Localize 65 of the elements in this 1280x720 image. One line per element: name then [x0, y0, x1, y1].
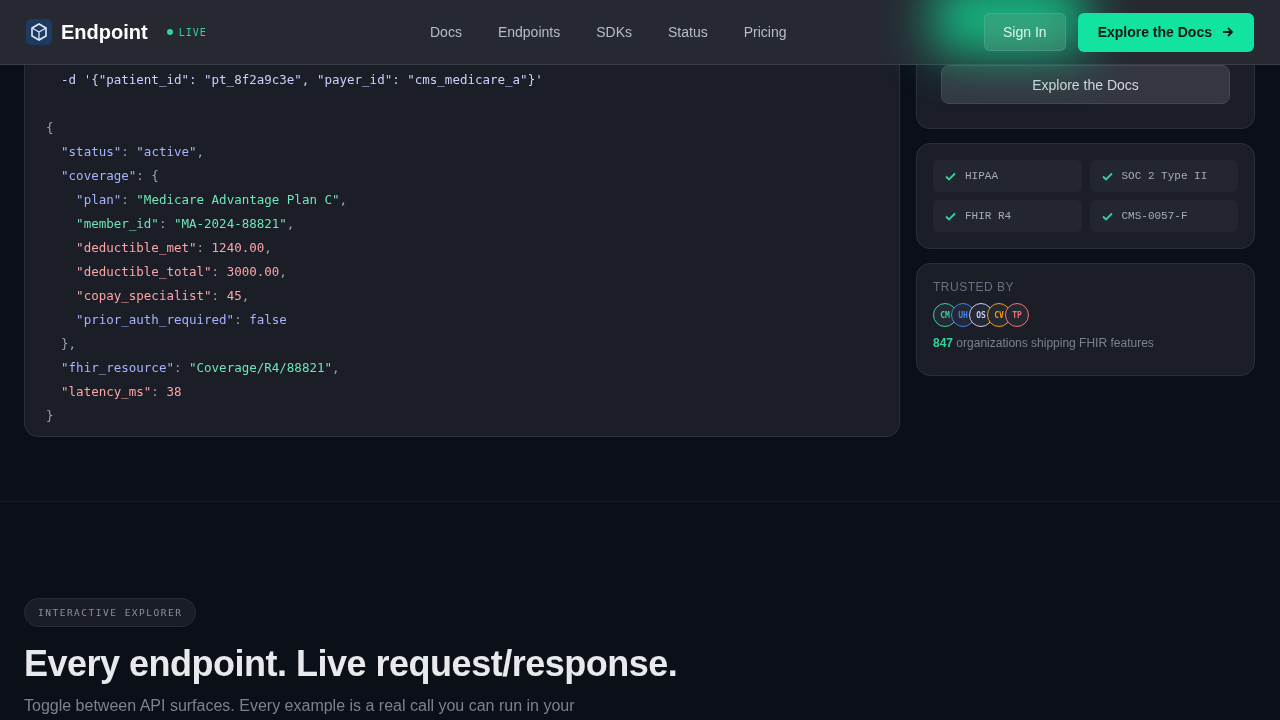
code-token: , [332, 360, 340, 375]
code-token: "deductible_total" [75, 264, 212, 279]
trusted-label: TRUSTED BY [933, 280, 1015, 294]
code-line: -d '{"patient_id": "pt_8f2a9c3e", "payer_id": "cms_medicare_a"}' [60, 72, 543, 87]
code-token: 1240.00 [211, 240, 265, 255]
nav-link[interactable]: Docs [430, 24, 462, 40]
nav-link[interactable]: Pricing [743, 24, 787, 40]
code-token: : [121, 144, 130, 159]
code-token: : [151, 384, 160, 399]
code-token: , [286, 216, 295, 231]
code-token: { [46, 120, 54, 135]
explore-docs-button[interactable]: Explore the Docs [1077, 12, 1254, 52]
nav-link[interactable]: SDKs [596, 24, 632, 40]
section-eyebrow: INTERACTIVE EXPLORER [24, 598, 197, 627]
code-token: , [196, 144, 205, 159]
code-token: : [196, 240, 206, 255]
code-token: "coverage" [60, 168, 137, 183]
check-icon [945, 171, 956, 181]
nav-link[interactable]: Endpoints [497, 24, 561, 40]
explore-docs-button[interactable]: Explore the Docs [941, 65, 1230, 104]
compliance-label: SOC 2 Type II [1121, 170, 1208, 182]
code-token: "prior_auth_required" [75, 312, 235, 327]
code-token: : [211, 264, 221, 279]
code-token: , [339, 192, 348, 207]
org-avatar: TP [1005, 303, 1029, 327]
cube-logo-icon [26, 19, 52, 45]
code-token: : [158, 216, 168, 231]
code-token: , [264, 240, 272, 255]
code-token: "MA-2024-88821" [173, 216, 287, 231]
code-token: , [279, 264, 287, 279]
live-badge: LIVE [166, 26, 207, 38]
code-token: : [121, 192, 130, 207]
compliance-label: FHIR R4 [965, 210, 1012, 222]
code-token: "deductible_met" [75, 240, 197, 255]
code-token: : [173, 360, 183, 375]
check-icon [945, 211, 956, 221]
code-token: "copay_specialist" [75, 288, 212, 303]
code-token: "member_id" [75, 216, 159, 231]
code-token: "plan" [75, 192, 122, 207]
code-token: 38 [166, 384, 182, 399]
check-icon [1101, 171, 1113, 181]
code-token: 3000.00 [226, 264, 280, 279]
code-token: : [211, 288, 221, 303]
nav-link[interactable]: Status [668, 24, 708, 40]
code-token: "latency_ms" [60, 384, 152, 399]
code-token: "Coverage/R4/88821" [189, 360, 332, 375]
section-title: Every endpoint. Live request/response. [24, 643, 678, 685]
code-token: : { [136, 168, 159, 183]
trusted-text: 847 organizations shipping FHIR features [933, 336, 1155, 350]
code-token: , [241, 288, 250, 303]
code-token: "fhir_resource" [60, 360, 174, 375]
code-token: } [46, 408, 54, 423]
check-icon [1101, 211, 1113, 221]
arrow-right-icon [1222, 27, 1234, 37]
brand-name: Endpoint [61, 20, 148, 44]
section-lead: Toggle between API surfaces. Every example is a real call you can run in your [24, 697, 575, 715]
code-token: "Medicare Advantage Plan C" [136, 192, 340, 207]
code-token: "status" [60, 144, 122, 159]
compliance-label: CMS-0057-F [1121, 210, 1188, 222]
code-token: "active" [136, 144, 197, 159]
code-token: }, [60, 336, 77, 351]
code-token: false [249, 312, 287, 327]
code-token: 45 [226, 288, 242, 303]
code-token: : [234, 312, 243, 327]
compliance-label: HIPAA [965, 170, 998, 182]
